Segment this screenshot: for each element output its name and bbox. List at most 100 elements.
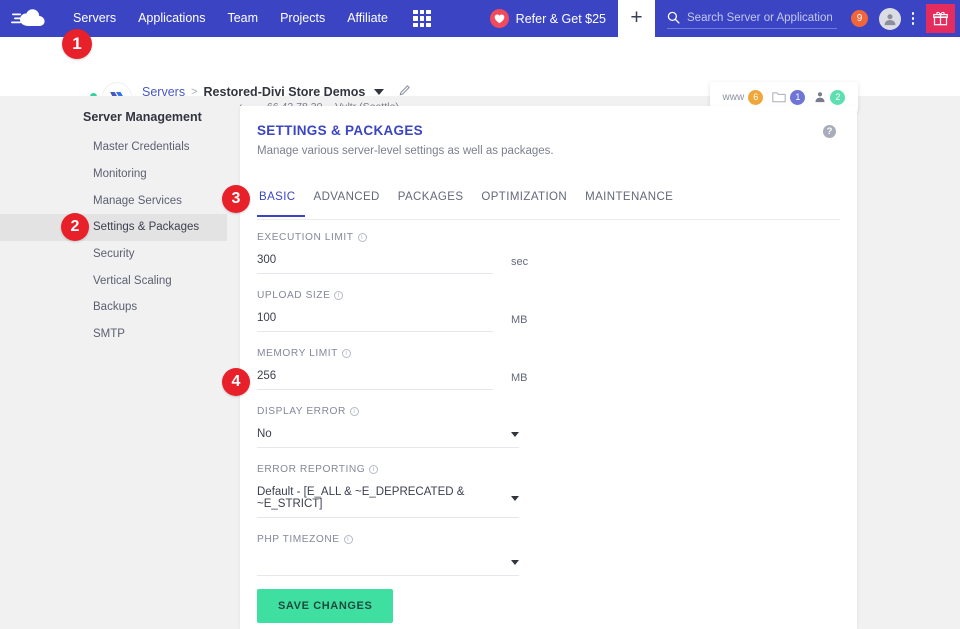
display-error-select[interactable]: No [257, 428, 519, 448]
annotation-marker-1: 1 [62, 29, 92, 59]
field-memory-limit: MEMORY LIMIT i MB [257, 348, 840, 390]
user-avatar[interactable] [879, 8, 901, 30]
top-navigation-bar: Servers Applications Team Projects Affil… [0, 0, 960, 37]
php-timezone-label-row: PHP TIMEZONE i [257, 534, 840, 545]
sidebar-item-smtp[interactable]: SMTP [0, 321, 227, 348]
heart-glyph [494, 14, 505, 24]
annotation-marker-2: 2 [61, 213, 89, 241]
sidebar-item-master-credentials[interactable]: Master Credentials [0, 134, 227, 161]
info-icon[interactable]: i [358, 233, 367, 242]
tab-maintenance[interactable]: MAINTENANCE [576, 184, 682, 215]
sidebar-item-backups[interactable]: Backups [0, 294, 227, 321]
primary-nav-links: Servers Applications Team Projects Affil… [62, 0, 431, 37]
php-timezone-value [257, 556, 260, 568]
counter-folders[interactable]: 1 [772, 90, 805, 105]
sidebar-item-settings-and-packages[interactable]: Settings & Packages [0, 214, 227, 241]
pencil-glyph [399, 84, 411, 96]
tab-basic[interactable]: BASIC [257, 184, 305, 217]
user-icon [814, 91, 826, 103]
refer-label: Refer & Get $25 [516, 12, 606, 26]
counter-www[interactable]: www 6 [723, 90, 764, 105]
gift-icon[interactable] [926, 4, 955, 33]
tab-packages[interactable]: PACKAGES [389, 184, 473, 215]
execution-limit-unit: sec [511, 256, 528, 274]
chevron-down-icon [511, 432, 519, 437]
info-icon[interactable]: i [369, 465, 378, 474]
execution-limit-input[interactable] [257, 254, 493, 274]
chevron-down-icon [511, 560, 519, 565]
counter-users[interactable]: 2 [814, 90, 845, 105]
tab-advanced[interactable]: ADVANCED [305, 184, 389, 215]
nav-link-projects[interactable]: Projects [269, 0, 336, 37]
cloud-logo-icon [11, 8, 51, 30]
field-error-reporting: ERROR REPORTING i Default - [E_ALL & ~E_… [257, 464, 840, 518]
execution-limit-label: EXECUTION LIMIT [257, 232, 354, 243]
nav-link-applications[interactable]: Applications [127, 0, 216, 37]
sidebar-item-vertical-scaling[interactable]: Vertical Scaling [0, 267, 227, 294]
server-header-bar: Servers > Restored-Divi Store Demos 2GB … [0, 37, 960, 96]
user-avatar-icon [883, 12, 897, 26]
kebab-menu-icon[interactable] [905, 8, 921, 30]
memory-limit-label: MEMORY LIMIT [257, 348, 338, 359]
display-error-value: No [257, 428, 272, 440]
php-timezone-select[interactable] [257, 556, 519, 576]
sidebar-item-monitoring[interactable]: Monitoring [0, 161, 227, 188]
folder-icon [772, 91, 786, 103]
www-count: 6 [748, 90, 763, 105]
memory-limit-label-row: MEMORY LIMIT i [257, 348, 840, 359]
notification-badge[interactable]: 9 [851, 10, 868, 27]
plus-icon: + [630, 7, 642, 28]
info-icon[interactable]: i [342, 349, 351, 358]
memory-limit-input[interactable] [257, 370, 493, 390]
nav-link-team[interactable]: Team [216, 0, 269, 37]
php-timezone-label: PHP TIMEZONE [257, 534, 340, 545]
annotation-marker-3: 3 [222, 185, 250, 213]
upload-size-input[interactable] [257, 312, 493, 332]
info-icon[interactable]: i [334, 291, 343, 300]
gift-glyph [933, 11, 948, 26]
save-changes-button[interactable]: SAVE CHANGES [257, 589, 393, 623]
sidebar-title: Server Management [83, 110, 202, 124]
info-icon[interactable]: i [350, 407, 359, 416]
page-subtitle: Manage various server-level settings as … [257, 145, 554, 157]
field-upload-size: UPLOAD SIZE i MB [257, 290, 840, 332]
heart-icon [490, 9, 509, 28]
upload-size-label: UPLOAD SIZE [257, 290, 330, 301]
tab-optimization[interactable]: OPTIMIZATION [472, 184, 576, 215]
refer-and-get-button[interactable]: Refer & Get $25 [478, 0, 618, 37]
info-icon[interactable]: i [344, 535, 353, 544]
search-input[interactable] [687, 12, 832, 24]
cloudways-logo[interactable] [0, 0, 62, 37]
search-icon [667, 11, 680, 24]
sidebar-item-security[interactable]: Security [0, 241, 227, 268]
nav-link-affiliate[interactable]: Affiliate [336, 0, 399, 37]
field-execution-limit: EXECUTION LIMIT i sec [257, 232, 840, 274]
search-container[interactable] [667, 8, 837, 29]
add-new-button[interactable]: + [618, 0, 655, 37]
upload-size-label-row: UPLOAD SIZE i [257, 290, 840, 301]
pencil-icon[interactable] [399, 83, 411, 101]
execution-limit-label-row: EXECUTION LIMIT i [257, 232, 840, 243]
field-display-error: DISPLAY ERROR i No [257, 406, 840, 448]
settings-tabs: BASIC ADVANCED PACKAGES OPTIMIZATION MAI… [257, 184, 840, 220]
upload-size-input-row: MB [257, 312, 840, 332]
error-reporting-select[interactable]: Default - [E_ALL & ~E_DEPRECATED & ~E_ST… [257, 486, 519, 518]
execution-limit-input-row: sec [257, 254, 840, 274]
grid-apps-icon[interactable] [413, 10, 431, 28]
sidebar-list: Master Credentials Monitoring Manage Ser… [0, 134, 227, 348]
field-php-timezone: PHP TIMEZONE i [257, 534, 840, 576]
display-error-label: DISPLAY ERROR [257, 406, 346, 417]
chevron-down-icon[interactable] [374, 89, 384, 95]
chevron-down-icon [511, 496, 519, 501]
display-error-label-row: DISPLAY ERROR i [257, 406, 840, 417]
error-reporting-label: ERROR REPORTING [257, 464, 365, 475]
upload-size-unit: MB [511, 314, 528, 332]
help-icon[interactable]: ? [823, 125, 836, 138]
annotation-marker-4: 4 [222, 368, 250, 396]
sidebar-item-manage-services[interactable]: Manage Services [0, 187, 227, 214]
app-root: Servers Applications Team Projects Affil… [0, 0, 960, 629]
settings-panel: SETTINGS & PACKAGES Manage various serve… [240, 106, 857, 629]
error-reporting-label-row: ERROR REPORTING i [257, 464, 840, 475]
basic-settings-form: EXECUTION LIMIT i sec UPLOAD SIZE i MB [257, 232, 840, 592]
memory-limit-unit: MB [511, 372, 528, 390]
